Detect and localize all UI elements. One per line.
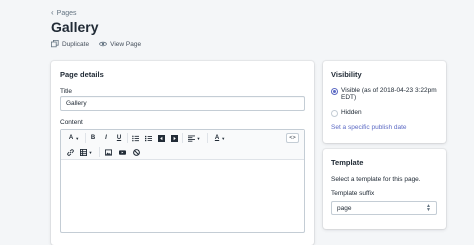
bulleted-list-icon xyxy=(131,135,139,141)
italic-icon: I xyxy=(105,135,107,141)
align-left-icon xyxy=(187,134,195,142)
breadcrumb[interactable]: ‹ Pages xyxy=(51,9,77,17)
video-icon xyxy=(118,149,126,155)
bulleted-list-button[interactable] xyxy=(130,133,140,143)
indent-button[interactable] xyxy=(169,133,179,143)
link-button[interactable] xyxy=(65,147,75,157)
page-details-title: Page details xyxy=(60,70,104,79)
visible-option[interactable]: Visible (as of 2018-04-23 3:22pm EDT) xyxy=(331,87,443,101)
outdent-button[interactable] xyxy=(156,133,166,143)
text-style-dropdown[interactable]: A ▼ xyxy=(65,133,83,143)
chevron-left-icon: ‹ xyxy=(51,8,54,17)
duplicate-icon xyxy=(51,40,59,48)
outdent-icon xyxy=(157,134,165,142)
align-dropdown[interactable]: ▼ xyxy=(185,133,203,143)
breadcrumb-label[interactable]: Pages xyxy=(57,10,77,17)
html-toggle-button[interactable]: <> xyxy=(286,133,299,143)
caret-down-icon: ▼ xyxy=(221,135,226,141)
font-icon: A xyxy=(68,135,74,141)
template-card: Template Select a template for this page… xyxy=(323,149,446,229)
visibility-title: Visibility xyxy=(331,70,362,79)
link-icon xyxy=(66,148,74,156)
text-color-icon: A xyxy=(214,135,220,141)
select-arrows-icon: ▲ ▼ xyxy=(426,203,431,213)
video-button[interactable] xyxy=(117,147,127,157)
page-actions: Duplicate View Page xyxy=(51,40,141,48)
toolbar-divider xyxy=(99,147,100,157)
view-page-button[interactable]: View Page xyxy=(99,40,141,48)
image-icon xyxy=(104,148,112,156)
indent-icon xyxy=(170,134,178,142)
visibility-card: Visibility Visible (as of 2018-04-23 3:2… xyxy=(323,61,446,143)
set-publish-date-link[interactable]: Set a specific publish date xyxy=(331,124,407,131)
caret-down-icon: ▼ xyxy=(88,149,93,155)
toolbar-divider xyxy=(127,133,128,143)
duplicate-button[interactable]: Duplicate xyxy=(51,40,89,48)
numbered-list-button[interactable] xyxy=(143,133,153,143)
block-button[interactable] xyxy=(131,147,141,157)
view-page-label: View Page xyxy=(110,40,142,48)
page-title: Gallery xyxy=(51,19,99,35)
template-help-text: Select a template for this page. xyxy=(331,176,421,183)
content-label: Content xyxy=(60,119,83,126)
table-icon xyxy=(79,148,87,156)
italic-button[interactable]: I xyxy=(101,133,111,143)
hidden-radio[interactable] xyxy=(331,110,338,117)
bold-icon: B xyxy=(90,135,96,141)
eye-icon xyxy=(99,41,108,47)
table-dropdown[interactable]: ▼ xyxy=(77,147,95,157)
toolbar-divider xyxy=(85,133,86,143)
caret-down-icon: ▼ xyxy=(196,135,201,141)
rich-text-editor[interactable]: A ▼ B I U ▼ A ▼ ▼ <> xyxy=(60,129,305,233)
template-title: Template xyxy=(331,158,364,167)
template-suffix-label: Template suffix xyxy=(331,190,375,197)
duplicate-label: Duplicate xyxy=(62,40,90,48)
template-suffix-select[interactable]: page ▲ ▼ xyxy=(331,201,437,215)
hidden-label: Hidden xyxy=(341,109,362,116)
visible-radio[interactable] xyxy=(331,88,338,95)
bold-button[interactable]: B xyxy=(88,133,98,143)
title-input[interactable]: Gallery xyxy=(60,96,305,111)
editor-toolbar: A ▼ B I U ▼ A ▼ ▼ <> xyxy=(61,130,304,160)
visible-label: Visible (as of 2018-04-23 3:22pm EDT) xyxy=(341,87,437,101)
text-color-dropdown[interactable]: A ▼ xyxy=(211,133,229,143)
toolbar-divider xyxy=(207,133,208,143)
template-suffix-value: page xyxy=(337,204,352,212)
underline-icon: U xyxy=(116,135,122,141)
toolbar-divider xyxy=(182,133,183,143)
caret-down-icon: ▼ xyxy=(75,135,80,141)
block-icon xyxy=(132,148,140,156)
page-details-card: Page details Title Gallery Content A ▼ B … xyxy=(51,61,314,245)
numbered-list-icon xyxy=(144,135,152,141)
hidden-option[interactable]: Hidden xyxy=(331,109,443,117)
underline-button[interactable]: U xyxy=(114,133,124,143)
title-label: Title xyxy=(60,88,73,95)
image-button[interactable] xyxy=(103,147,113,157)
